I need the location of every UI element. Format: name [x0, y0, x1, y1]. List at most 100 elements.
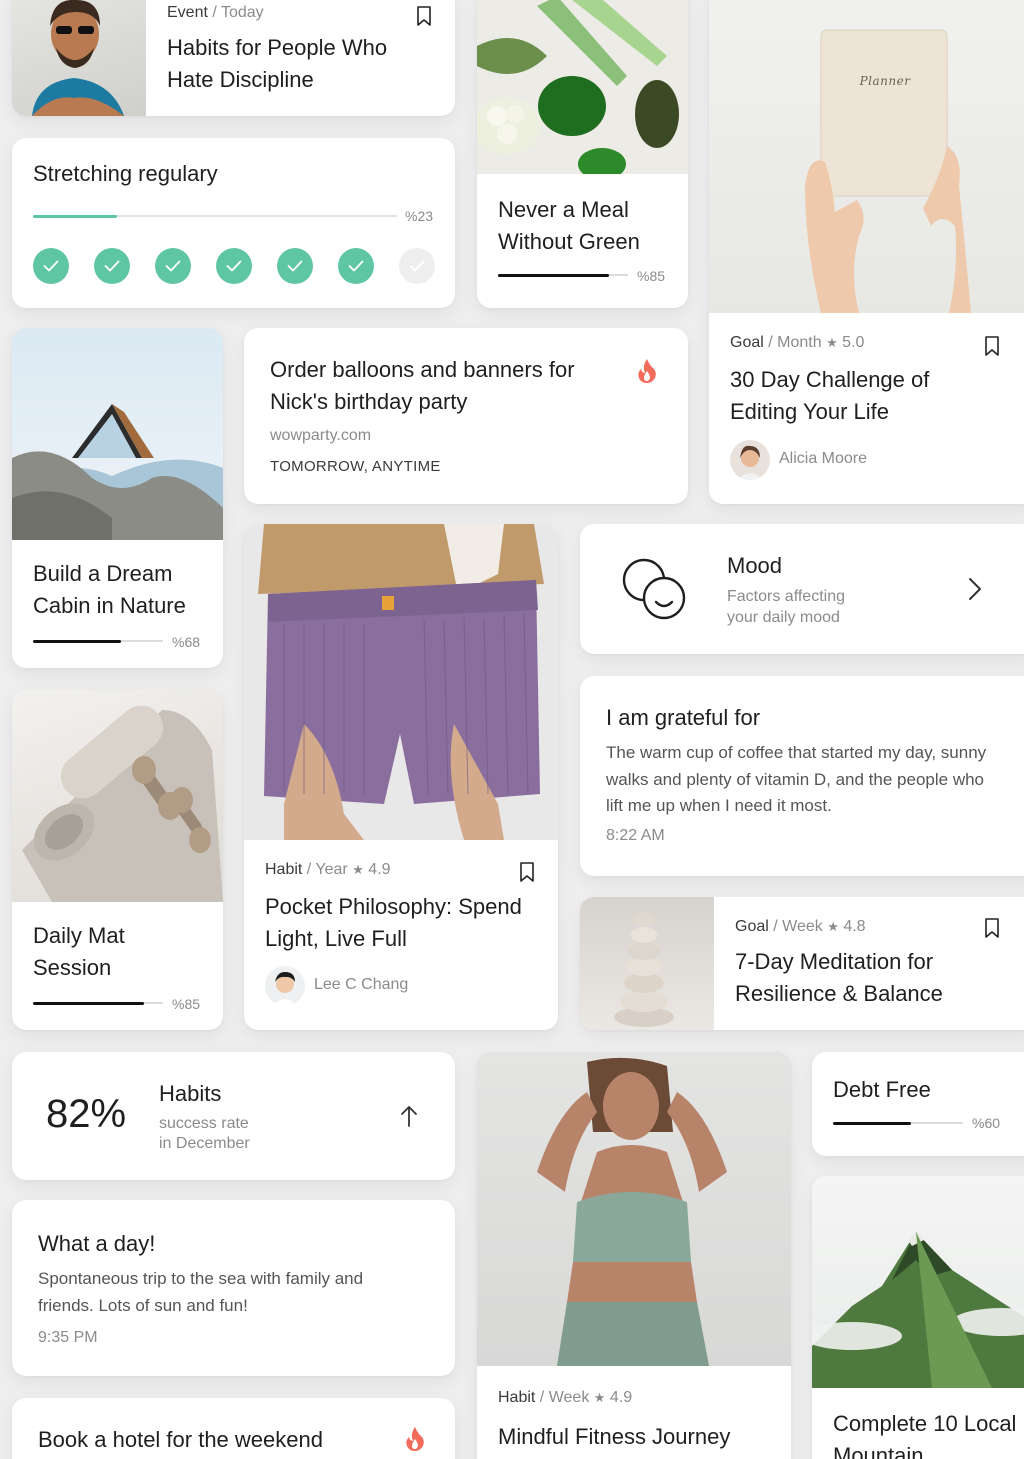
meditation-meta: Goal / Week ★ 4.8	[735, 918, 866, 935]
meditation-card[interactable]: Goal / Week ★ 4.8 7-Day Meditation for R…	[580, 897, 1024, 1030]
event-meta: Event / Today	[167, 4, 264, 21]
fire-icon	[638, 359, 656, 383]
star-icon: ★	[827, 919, 839, 934]
fitness-card[interactable]: Habit / Week ★ 4.9 Mindful Fitness Journ…	[477, 1052, 791, 1459]
habits-card[interactable]: 82% Habits success rate in December	[12, 1052, 455, 1180]
meal-progress	[498, 273, 628, 277]
mat-progress	[33, 1001, 163, 1005]
meal-progress-fill	[498, 273, 609, 277]
balloons-link[interactable]: wowparty.com	[270, 427, 371, 445]
meta-type: Goal	[730, 334, 764, 351]
stones-photo	[580, 897, 714, 1030]
mood-icon	[622, 558, 686, 620]
bookmark-icon[interactable]	[984, 336, 1000, 356]
grateful-title: I am grateful for	[606, 705, 761, 730]
check-icon	[409, 260, 425, 272]
cabin-title: Build a Dream Cabin in Nature	[33, 561, 186, 618]
bookmark-icon[interactable]	[984, 918, 1000, 938]
planner-text: Planner	[859, 74, 911, 88]
chevron-right-icon[interactable]	[968, 577, 982, 601]
cabin-card[interactable]: Build a Dream Cabin in Nature %68	[12, 328, 223, 668]
balloons-title: Order balloons and banners for Nick's bi…	[270, 357, 575, 414]
rating: 5.0	[842, 334, 865, 351]
meta-period: Week	[782, 918, 823, 935]
habits-title: Habits	[159, 1081, 222, 1106]
event-title: Habits for People Who Hate Discipline	[167, 35, 388, 92]
check-circle[interactable]	[94, 248, 130, 284]
habits-desc-line-1: success rate	[159, 1115, 249, 1132]
debt-card[interactable]: Debt Free %60	[812, 1052, 1024, 1156]
planner-photo: Planner	[709, 0, 1024, 313]
hotel-title: Book a hotel for the weekend	[38, 1427, 323, 1452]
debt-progress	[833, 1121, 963, 1125]
bookmark-icon[interactable]	[416, 6, 432, 26]
meta-period: Week	[548, 1389, 590, 1406]
meta-type: Goal	[735, 918, 769, 935]
habits-desc: success rate in December	[159, 1114, 250, 1154]
habits-desc-line-2: in December	[159, 1135, 250, 1152]
meta-period: Month	[777, 334, 822, 351]
mood-desc: Factors affecting your daily mood	[727, 586, 845, 628]
mat-card[interactable]: Daily Mat Session %85	[12, 690, 223, 1030]
star-icon: ★	[352, 862, 364, 877]
mountain-photo	[812, 1176, 1024, 1388]
rating: 4.9	[368, 861, 391, 878]
check-circle[interactable]	[33, 248, 69, 284]
star-icon: ★	[826, 335, 838, 350]
yoga-mat-photo	[12, 690, 223, 902]
check-circle[interactable]	[155, 248, 191, 284]
check-circle[interactable]	[277, 248, 313, 284]
mood-desc-line-1: Factors affecting	[727, 588, 845, 605]
fire-icon	[406, 1427, 424, 1451]
pocket-meta: Habit / Year ★ 4.9	[265, 861, 391, 878]
meta-type: Event	[167, 4, 208, 21]
grateful-body: The warm cup of coffee that started my d…	[606, 743, 987, 815]
check-circle[interactable]	[399, 248, 435, 284]
author-name: Lee C Chang	[314, 976, 409, 993]
hotel-card[interactable]: Book a hotel for the weekend	[12, 1398, 455, 1459]
mat-pct: %85	[172, 996, 201, 1012]
meta-type: Habit	[498, 1389, 536, 1406]
author-name: Alicia Moore	[779, 450, 868, 467]
rating: 4.9	[609, 1389, 633, 1406]
check-circle[interactable]	[216, 248, 252, 284]
rating: 4.8	[843, 918, 866, 935]
cabin-photo	[12, 328, 223, 540]
mountain-title: Complete 10 Local Mountain	[833, 1411, 1017, 1459]
challenge-card[interactable]: Planner Goal / Month ★ 5.0 30 Day Challe…	[709, 0, 1024, 504]
bookmark-icon[interactable]	[519, 862, 535, 882]
mat-title: Daily Mat Session	[33, 923, 125, 980]
stretching-card[interactable]: Stretching regulary %23	[12, 138, 455, 308]
avatar	[265, 966, 305, 1006]
mat-progress-fill	[33, 1001, 144, 1005]
habits-value: 82%	[46, 1092, 127, 1136]
event-card[interactable]: Event / Today Habits for People Who Hate…	[12, 0, 455, 116]
fitness-title: Mindful Fitness Journey	[498, 1424, 731, 1449]
meal-title: Never a Meal Without Green	[498, 197, 640, 254]
grateful-card[interactable]: I am grateful for The warm cup of coffee…	[580, 676, 1024, 876]
check-icon	[104, 260, 120, 272]
debt-pct: %60	[972, 1115, 1001, 1131]
pocket-card[interactable]: Habit / Year ★ 4.9 Pocket Philosophy: Sp…	[244, 524, 558, 1030]
day-time: 9:35 PM	[38, 1329, 98, 1346]
debt-title: Debt Free	[833, 1077, 931, 1102]
day-card[interactable]: What a day! Spontaneous trip to the sea …	[12, 1200, 455, 1376]
debt-progress-fill	[833, 1121, 911, 1125]
fitness-meta: Habit / Week ★ 4.9	[498, 1389, 633, 1406]
balloons-card[interactable]: Order balloons and banners for Nick's bi…	[244, 328, 688, 504]
check-icon	[287, 260, 303, 272]
star-icon: ★	[593, 1390, 606, 1405]
day-title: What a day!	[38, 1231, 156, 1256]
check-icon	[226, 260, 242, 272]
stretching-progress	[33, 214, 397, 218]
check-circle[interactable]	[338, 248, 374, 284]
shorts-photo	[244, 524, 558, 840]
stretching-pct: %23	[405, 208, 434, 224]
challenge-meta: Goal / Month ★ 5.0	[730, 334, 865, 351]
mountain-card[interactable]: Complete 10 Local Mountain	[812, 1176, 1024, 1459]
meal-card[interactable]: Never a Meal Without Green %85	[477, 0, 688, 308]
mood-card[interactable]: Mood Factors affecting your daily mood	[580, 524, 1024, 654]
meal-pct: %85	[637, 268, 666, 284]
cabin-progress-fill	[33, 639, 122, 643]
day-body: Spontaneous trip to the sea with family …	[38, 1269, 364, 1315]
